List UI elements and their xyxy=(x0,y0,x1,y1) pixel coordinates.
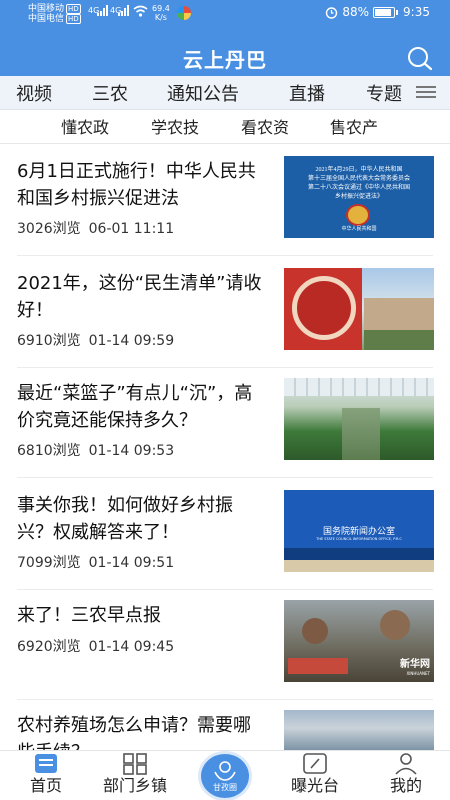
user-icon xyxy=(395,753,417,775)
subtab-produce[interactable]: 售农产 xyxy=(330,114,378,138)
ganzi-circle-button[interactable]: 甘孜圈 xyxy=(201,754,249,798)
news-thumbnail xyxy=(284,268,434,350)
app-header: 中国移动 HD 中国电信 HD 4G 4G 69.4 K/s 88% 9:35 云上… xyxy=(0,0,450,76)
tab-notices[interactable]: 通知公告 xyxy=(167,80,239,106)
subtab-policy[interactable]: 懂农政 xyxy=(61,114,109,138)
edit-icon xyxy=(303,753,327,774)
alarm-icon xyxy=(326,6,338,19)
news-meta: 6910浏览 01-14 09:59 xyxy=(17,330,174,350)
news-item[interactable]: 最近“菜篮子”有点儿“沉”，高价究竟还能保持多久？ 6810浏览 01-14 09… xyxy=(0,366,450,478)
news-title: 来了！三农早点报 xyxy=(17,605,161,626)
news-thumbnail xyxy=(284,710,434,750)
nav-exposure[interactable]: 曝光台 xyxy=(283,751,347,800)
grid-icon xyxy=(123,753,147,775)
status-right: 88% 9:35 xyxy=(325,5,430,19)
thumbnail-watermark: 新华网 XINHUANET xyxy=(400,659,430,677)
view-count: 6920浏览 xyxy=(17,639,81,655)
news-item[interactable]: 来了！三农早点报 6920浏览 01-14 09:45 新华网 XINHUANET xyxy=(0,588,450,700)
view-count: 3026浏览 xyxy=(17,221,81,237)
nav-departments[interactable]: 部门乡镇 xyxy=(92,751,178,800)
signal-icon xyxy=(97,5,108,16)
home-icon xyxy=(35,754,57,773)
news-meta: 3026浏览 06-01 11:11 xyxy=(17,218,174,238)
carrier-info: 中国移动 HD 中国电信 HD xyxy=(28,4,81,24)
nav-profile[interactable]: 我的 xyxy=(380,751,432,800)
network-speed: 69.4 K/s xyxy=(152,4,170,22)
news-title: 最近“菜篮子”有点儿“沉”，高价究竟还能保持多久？ xyxy=(17,383,253,431)
app-notification-icon xyxy=(177,6,191,20)
publish-time: 01-14 09:45 xyxy=(88,639,175,655)
hands-icon xyxy=(214,761,236,781)
news-meta: 6920浏览 01-14 09:45 xyxy=(17,636,174,656)
hd-badge: HD xyxy=(66,4,81,14)
wifi-icon xyxy=(133,5,148,17)
carrier-1: 中国移动 xyxy=(28,4,65,14)
nav-home[interactable]: 首页 xyxy=(18,751,74,800)
tab-topics[interactable]: 专题 xyxy=(366,80,402,106)
subtab-supplies[interactable]: 看农资 xyxy=(241,114,289,138)
search-icon xyxy=(408,47,433,71)
app-title: 云上丹巴 xyxy=(183,48,267,72)
subtab-technique[interactable]: 学农技 xyxy=(151,114,199,138)
news-thumbnail xyxy=(284,378,434,460)
thumbnail-text: 2021年4月29日，中华人民共和国 第十三届全国人民代表大会常务委员会 第二十八次… xyxy=(307,167,410,200)
news-item[interactable]: 6月1日正式施行！中华人民共和国乡村振兴促进法 3026浏览 06-01 11:1… xyxy=(0,144,450,256)
news-meta: 6810浏览 01-14 09:53 xyxy=(17,440,174,460)
publish-time: 01-14 09:59 xyxy=(88,333,175,349)
thumbnail-subtitle: THE STATE COUNCIL INFORMATION OFFICE, P.… xyxy=(316,537,402,541)
tab-video[interactable]: 视频 xyxy=(16,80,52,106)
news-item[interactable]: 2021年，这份“民生清单”请收好！ 6910浏览 01-14 09:59 xyxy=(0,256,450,368)
publish-time: 01-14 09:53 xyxy=(88,443,175,459)
news-thumbnail: 2021年4月29日，中华人民共和国 第十三届全国人民代表大会常务委员会 第二十八次… xyxy=(284,156,434,238)
view-count: 7099浏览 xyxy=(17,555,81,571)
thumbnail-caption: 中华人民共和国 xyxy=(341,226,377,232)
menu-icon[interactable] xyxy=(416,84,438,100)
publish-time: 01-14 09:51 xyxy=(88,555,175,571)
news-meta: 7099浏览 01-14 09:51 xyxy=(17,552,174,572)
nav-departments-label: 部门乡镇 xyxy=(102,776,167,795)
nav-home-label: 首页 xyxy=(29,776,62,795)
tab-agriculture[interactable]: 三农 xyxy=(92,80,128,106)
news-thumbnail: 新华网 XINHUANET xyxy=(284,600,434,682)
view-count: 6910浏览 xyxy=(17,333,81,349)
carrier-2: 中国电信 xyxy=(28,14,65,24)
news-item[interactable]: 农村养殖场怎么申请？需要哪些手续？ xyxy=(0,698,450,763)
sub-tabs: 懂农政 学农技 看农资 售农产 xyxy=(0,110,450,144)
emblem-icon xyxy=(346,204,370,226)
search-button[interactable] xyxy=(406,46,434,72)
publish-time: 06-01 11:11 xyxy=(88,221,175,237)
tab-live[interactable]: 直播 xyxy=(289,80,325,106)
nav-exposure-label: 曝光台 xyxy=(290,776,339,795)
speed-unit: K/s xyxy=(154,13,167,22)
sign-graphic xyxy=(292,276,356,340)
status-bar: 中国移动 HD 中国电信 HD 4G 4G 69.4 K/s 88% 9:35 xyxy=(0,0,450,28)
nav-profile-label: 我的 xyxy=(389,776,422,795)
clock: 9:35 xyxy=(403,5,430,19)
speed-value: 69.4 xyxy=(152,4,170,13)
view-count: 6810浏览 xyxy=(17,443,81,459)
news-thumbnail: 国务院新闻办公室 THE STATE COUNCIL INFORMATION O… xyxy=(284,490,434,572)
battery-icon xyxy=(373,6,399,18)
hd-badge: HD xyxy=(66,14,81,24)
news-title: 事关你我！如何做好乡村振兴？权威解答来了！ xyxy=(17,495,233,543)
news-item[interactable]: 事关你我！如何做好乡村振兴？权威解答来了！ 7099浏览 01-14 09:51 … xyxy=(0,478,450,590)
category-tabs: 视频 三农 通知公告 直播 专题 xyxy=(0,76,450,110)
thumbnail-title: 国务院新闻办公室 xyxy=(322,527,395,537)
news-title: 6月1日正式施行！中华人民共和国乡村振兴促进法 xyxy=(17,161,256,209)
center-button-label: 甘孜圈 xyxy=(213,783,237,792)
signal-icon xyxy=(118,5,129,16)
news-title: 2021年，这份“民生清单”请收好！ xyxy=(17,273,262,321)
battery-percent: 88% xyxy=(342,5,370,19)
